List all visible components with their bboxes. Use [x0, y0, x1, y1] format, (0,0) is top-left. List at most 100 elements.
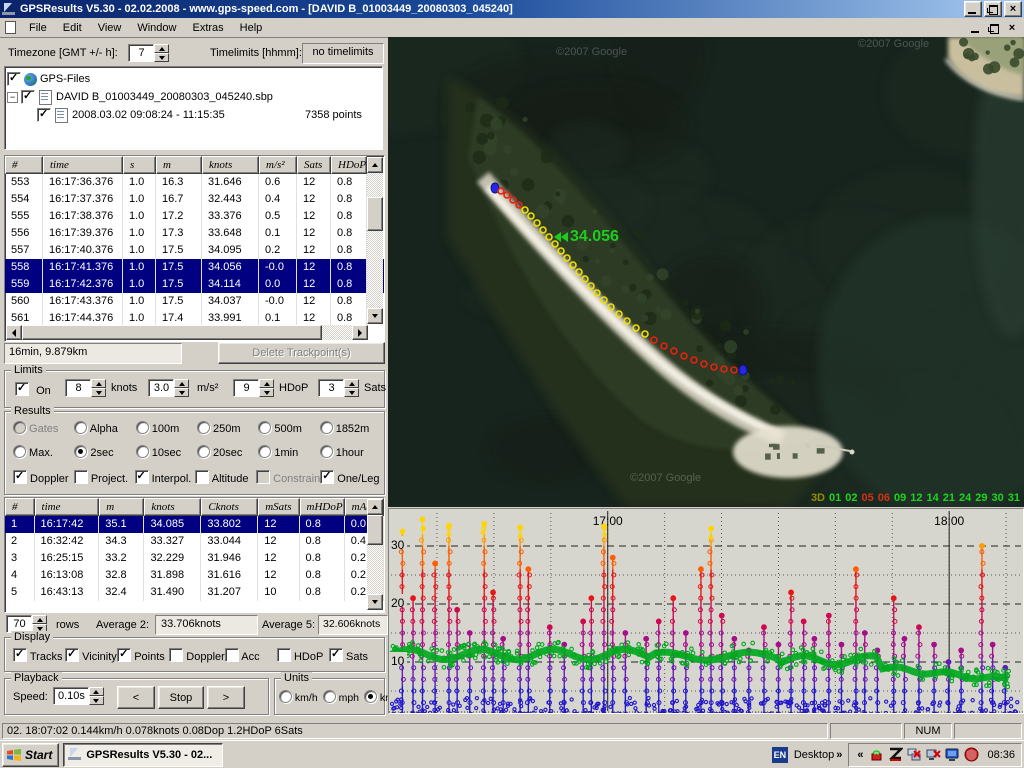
spin-up-button[interactable] — [89, 687, 104, 696]
wireless-manager-icon[interactable] — [869, 747, 884, 762]
display-opt-hdop[interactable]: HDoP — [277, 648, 329, 663]
results-row-3[interactable]: 316:25:1533.232.22931.946120.80.2 — [5, 550, 384, 567]
spin-up-button[interactable] — [344, 379, 359, 388]
units-kmh[interactable]: km/h — [279, 690, 318, 704]
trackpoints-header-Sats[interactable]: Sats — [297, 156, 331, 174]
trackpoints-header-HDoP[interactable]: HDoP — [331, 156, 367, 174]
trackpoints-row-556[interactable]: 55616:17:39.3761.017.333.6480.1120.8 — [5, 225, 384, 242]
security-alert-icon[interactable] — [964, 747, 979, 762]
results-mode-2sec[interactable]: 2sec — [74, 445, 135, 459]
checkbox[interactable] — [256, 470, 270, 484]
timezone-value[interactable]: 7 — [128, 44, 154, 62]
timezone-spinner[interactable]: 7 — [128, 44, 169, 62]
trackpoints-header-ms[interactable]: m/s² — [259, 156, 297, 174]
checkbox[interactable] — [225, 648, 239, 662]
display-opt-vicinity[interactable]: Vicinity — [65, 648, 117, 663]
display-opt-acc[interactable]: Acc — [225, 648, 277, 663]
radio-button[interactable] — [13, 421, 26, 434]
trackpoints-header-knots[interactable]: knots — [202, 156, 259, 174]
trackpoints-header-[interactable]: # — [5, 156, 43, 174]
display-opt-points[interactable]: Points — [117, 648, 169, 663]
title-bar[interactable]: GPSResults V5.30 - 02.02.2008 - www.gps-… — [0, 0, 1024, 18]
restore-button[interactable] — [984, 1, 1002, 17]
scroll-right-button[interactable] — [352, 325, 368, 340]
trackpoints-header-m[interactable]: m — [156, 156, 202, 174]
checkbox[interactable] — [65, 648, 79, 662]
trackpoints-row-554[interactable]: 55416:17:37.3761.016.732.4430.4120.8 — [5, 191, 384, 208]
radio-button[interactable] — [258, 421, 271, 434]
limit-ms2-value[interactable]: 3.0 — [148, 379, 174, 397]
mdi-close-button[interactable]: × — [1004, 21, 1020, 35]
units-mph[interactable]: mph — [323, 690, 359, 704]
scroll-down-button[interactable] — [367, 308, 383, 324]
task-button-gpsresults[interactable]: GPSResults V5.30 - 02... — [63, 743, 223, 767]
results-vscrollbar[interactable] — [367, 499, 383, 610]
file-checkbox[interactable] — [21, 90, 35, 104]
display-opt-sats[interactable]: Sats — [329, 648, 381, 663]
results-row-4[interactable]: 416:13:0832.831.89831.616120.80.2 — [5, 567, 384, 584]
checkbox[interactable] — [195, 470, 209, 484]
checkbox[interactable] — [320, 470, 334, 484]
trackpoints-row-559[interactable]: 55916:17:42.3761.017.534.1140.0120.8 — [5, 276, 384, 293]
results-mode-1min[interactable]: 1min — [258, 445, 319, 459]
start-button[interactable]: Start — [2, 743, 59, 767]
limit-knots-spinner[interactable]: 8 — [65, 379, 106, 397]
limit-sats-value[interactable]: 3 — [318, 379, 344, 397]
gps-files-tree[interactable]: GPS-Files − DAVID B_01003449_20080303_04… — [4, 66, 383, 150]
results-mode-10sec[interactable]: 10sec — [136, 445, 197, 459]
language-indicator[interactable]: EN — [772, 747, 788, 763]
tree-root-row[interactable]: GPS-Files — [7, 71, 382, 87]
collapse-expander[interactable]: − — [7, 92, 18, 103]
limit-hdop-value[interactable]: 9 — [233, 379, 259, 397]
radio-button[interactable] — [13, 445, 26, 458]
results-mode-250m[interactable]: 250m — [197, 421, 258, 435]
results-mode-max[interactable]: Max. — [13, 445, 74, 459]
delete-trackpoints-button[interactable]: Delete Trackpoint(s) — [218, 342, 385, 364]
tree-session-row[interactable]: 2008.03.02 09:08:24 - 11:15:35 7358 poin… — [7, 107, 382, 123]
results-mode-100m[interactable]: 100m — [136, 421, 197, 435]
tree-root-label[interactable]: GPS-Files — [40, 73, 90, 85]
close-button[interactable]: × — [1004, 1, 1022, 17]
playback-speed-spinner[interactable]: 0.10s — [53, 687, 104, 705]
checkbox[interactable] — [277, 648, 291, 662]
radio-button[interactable] — [197, 421, 210, 434]
menu-help[interactable]: Help — [232, 20, 271, 36]
radio-button[interactable] — [258, 445, 271, 458]
hscroll-thumb[interactable] — [22, 325, 322, 340]
results-opt-interpol[interactable]: Interpol. — [135, 470, 196, 485]
step-forward-button[interactable]: > — [207, 686, 245, 709]
results-row-1[interactable]: 116:17:4235.134.08533.802120.80.0 — [5, 516, 384, 533]
results-header-m[interactable]: m — [99, 498, 144, 516]
results-mode-20sec[interactable]: 20sec — [197, 445, 258, 459]
radio-button[interactable] — [136, 445, 149, 458]
results-row-5[interactable]: 516:43:1332.431.49031.207100.80.2 — [5, 584, 384, 601]
spin-down-button[interactable] — [344, 388, 359, 397]
results-table[interactable]: #timemknotsCknotsmSatsmHDoPmAcc 116:17:4… — [4, 497, 385, 613]
radio-button[interactable] — [323, 690, 336, 703]
trackpoints-row-560[interactable]: 56016:17:43.3761.017.534.037-0.0120.8 — [5, 293, 384, 310]
limit-knots-value[interactable]: 8 — [65, 379, 91, 397]
session-checkbox[interactable] — [37, 108, 51, 122]
spin-down-button[interactable] — [259, 388, 274, 397]
tree-file-row[interactable]: − DAVID B_01003449_20080303_045240.sbp — [7, 89, 382, 105]
display-settings-icon[interactable] — [945, 747, 960, 762]
menu-edit[interactable]: Edit — [55, 20, 90, 36]
results-header-time[interactable]: time — [35, 498, 100, 516]
timelimits-box[interactable]: no timelimits — [302, 43, 384, 64]
checkbox[interactable] — [135, 470, 149, 484]
scroll-left-button[interactable] — [6, 325, 22, 340]
toolbar-chevron-icon[interactable]: » — [834, 749, 844, 761]
limit-sats-spinner[interactable]: 3 — [318, 379, 359, 397]
radio-button[interactable] — [197, 445, 210, 458]
menu-file[interactable]: File — [21, 20, 55, 36]
tree-file-label[interactable]: DAVID B_01003449_20080303_045240.sbp — [56, 91, 273, 103]
zonealarm-icon[interactable] — [888, 747, 903, 762]
scroll-down-button[interactable] — [367, 594, 383, 610]
results-header-Cknots[interactable]: Cknots — [201, 498, 258, 516]
results-row-2[interactable]: 216:32:4234.333.32733.044120.80.4 — [5, 533, 384, 550]
menu-window[interactable]: Window — [129, 20, 184, 36]
spin-down-button[interactable] — [154, 53, 169, 62]
radio-button[interactable] — [74, 445, 87, 458]
trackpoints-row-553[interactable]: 55316:17:36.3761.016.331.6460.6120.8 — [5, 174, 384, 191]
trackpoints-row-558[interactable]: 55816:17:41.3761.017.534.056-0.0120.8 — [5, 259, 384, 276]
